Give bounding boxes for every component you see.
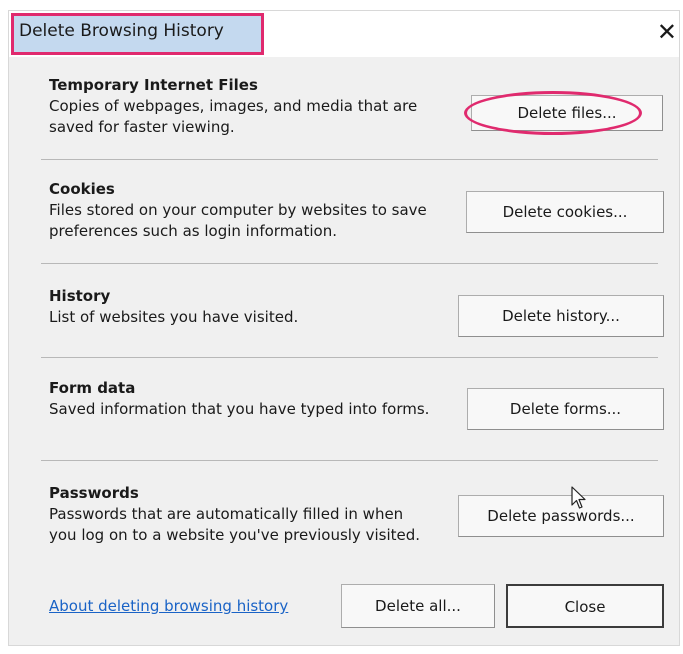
section-temporary-internet-files: Temporary Internet Files Copies of webpa…: [49, 75, 454, 138]
section-form-data: Form data Saved information that you hav…: [49, 378, 454, 420]
delete-files-button[interactable]: Delete files...: [471, 95, 663, 131]
divider: [41, 159, 658, 160]
close-button[interactable]: Close: [506, 584, 664, 628]
section-title: Passwords: [49, 484, 139, 502]
title-bar: Delete Browsing History ✕: [9, 11, 679, 57]
section-history: History List of websites you have visite…: [49, 286, 454, 328]
delete-passwords-button[interactable]: Delete passwords...: [458, 495, 664, 537]
mouse-pointer-icon: [571, 486, 586, 509]
section-description: Files stored on your computer by website…: [49, 201, 427, 240]
section-description: Passwords that are automatically filled …: [49, 505, 421, 544]
dialog-title: Delete Browsing History: [19, 21, 224, 41]
section-title: Cookies: [49, 180, 115, 198]
section-passwords: Passwords Passwords that are automatical…: [49, 483, 434, 546]
section-description: Copies of webpages, images, and media th…: [49, 97, 418, 136]
section-title: Temporary Internet Files: [49, 76, 258, 94]
delete-history-button[interactable]: Delete history...: [458, 295, 664, 337]
divider: [41, 460, 658, 461]
delete-cookies-button[interactable]: Delete cookies...: [466, 191, 664, 233]
about-deleting-link[interactable]: About deleting browsing history: [49, 596, 289, 617]
section-cookies: Cookies Files stored on your computer by…: [49, 179, 454, 242]
delete-browsing-history-dialog: Delete Browsing History ✕ Temporary Inte…: [8, 10, 680, 646]
section-title: Form data: [49, 379, 136, 397]
divider: [41, 263, 658, 264]
section-title: History: [49, 287, 111, 305]
delete-forms-button[interactable]: Delete forms...: [467, 388, 664, 430]
section-description: Saved information that you have typed in…: [49, 400, 430, 418]
delete-all-button[interactable]: Delete all...: [341, 584, 495, 628]
section-description: List of websites you have visited.: [49, 308, 299, 326]
close-icon[interactable]: ✕: [657, 17, 677, 47]
divider: [41, 357, 658, 358]
